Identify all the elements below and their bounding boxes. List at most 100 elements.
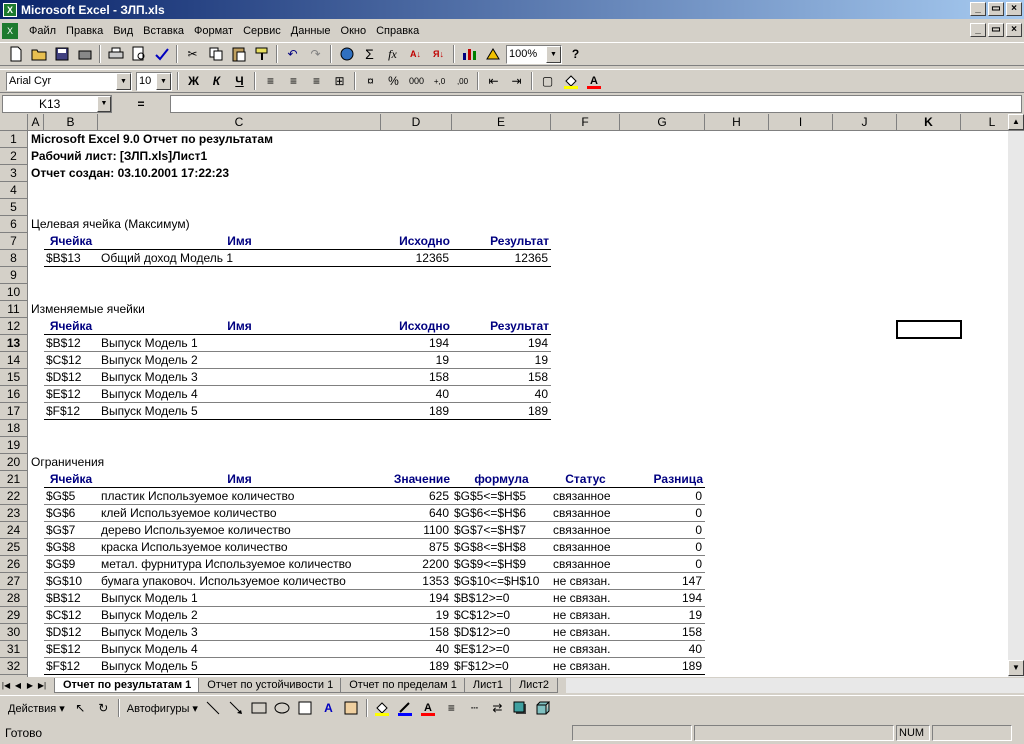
table-cell[interactable]: Выпуск Модель 3 xyxy=(101,624,379,641)
table-cell[interactable]: 40 xyxy=(452,386,548,403)
column-header-a[interactable]: A xyxy=(28,114,44,131)
active-cell-k13[interactable] xyxy=(896,320,962,339)
menu-insert[interactable]: Вставка xyxy=(138,23,189,39)
function-icon[interactable]: fx xyxy=(381,43,404,65)
row-header[interactable]: 1 xyxy=(0,131,28,148)
table-header[interactable]: Значение xyxy=(383,471,450,488)
table-cell[interactable]: $G$6 xyxy=(46,505,96,522)
currency-icon[interactable]: ¤ xyxy=(359,70,382,92)
section-constraints[interactable]: Ограничения xyxy=(31,454,104,471)
table-cell[interactable]: 0 xyxy=(620,539,702,556)
table-cell[interactable]: $B$12>=0 xyxy=(454,590,550,607)
increase-decimal-icon[interactable]: +,0 xyxy=(428,70,451,92)
table-cell[interactable]: не связан. xyxy=(553,590,619,607)
spelling-icon[interactable] xyxy=(150,43,173,65)
table-cell[interactable]: 189 xyxy=(452,403,548,420)
table-cell[interactable]: $D$12>=0 xyxy=(454,624,550,641)
free-rotate-icon[interactable]: ↻ xyxy=(92,697,115,719)
table-cell[interactable]: не связан. xyxy=(553,607,619,624)
table-cell[interactable]: $G$8 xyxy=(46,539,96,556)
table-cell[interactable]: 0 xyxy=(620,488,702,505)
table-cell[interactable]: 189 xyxy=(381,658,449,675)
table-cell[interactable]: Выпуск Модель 1 xyxy=(101,590,379,607)
percent-icon[interactable]: % xyxy=(382,70,405,92)
table-cell[interactable]: $G$5<=$H$5 xyxy=(454,488,550,505)
doc-close-button[interactable]: × xyxy=(1006,23,1022,37)
paste-icon[interactable] xyxy=(227,43,250,65)
comma-style-icon[interactable]: 000 xyxy=(405,70,428,92)
formula-input[interactable] xyxy=(170,95,1022,113)
row-header[interactable]: 12 xyxy=(0,318,28,335)
table-header[interactable]: Ячейка xyxy=(46,233,96,250)
column-header-b[interactable]: B xyxy=(44,114,98,131)
table-cell[interactable]: $E$12 xyxy=(46,386,96,403)
table-cell[interactable]: $G$9<=$H$9 xyxy=(454,556,550,573)
table-cell[interactable]: 158 xyxy=(452,369,548,386)
table-cell[interactable]: $B$12 xyxy=(46,335,96,352)
row-header[interactable]: 29 xyxy=(0,607,28,624)
table-cell[interactable]: $E$12 xyxy=(46,641,96,658)
font-color-icon[interactable]: A xyxy=(582,70,605,92)
fill-color-draw-icon[interactable] xyxy=(371,697,394,719)
column-header-f[interactable]: F xyxy=(551,114,620,131)
table-header[interactable]: Ячейка xyxy=(46,318,96,335)
table-cell[interactable]: 12365 xyxy=(452,250,548,267)
table-cell[interactable]: $C$12>=0 xyxy=(454,607,550,624)
table-cell[interactable]: не связан. xyxy=(553,658,619,675)
table-cell[interactable]: связанное xyxy=(553,488,619,505)
chart-wizard-icon[interactable] xyxy=(458,43,481,65)
shadow-icon[interactable] xyxy=(509,697,532,719)
select-all-corner[interactable] xyxy=(0,114,28,131)
table-cell[interactable]: 2200 xyxy=(381,556,449,573)
worksheet-grid[interactable]: A B C D E F G H I J K L 1 2 3 4 5 6 7 8 9 10 11 12 1… xyxy=(0,114,1024,677)
merge-center-icon[interactable]: ⊞ xyxy=(328,70,351,92)
row-header[interactable]: 2 xyxy=(0,148,28,165)
font-size-select[interactable]: 10 ▼ xyxy=(136,71,172,91)
table-cell[interactable]: 147 xyxy=(620,573,702,590)
table-cell[interactable]: 194 xyxy=(620,590,702,607)
bold-button[interactable]: Ж xyxy=(182,70,205,92)
row-header[interactable]: 16 xyxy=(0,386,28,403)
column-header-k[interactable]: K xyxy=(897,114,961,131)
align-left-icon[interactable]: ≡ xyxy=(259,70,282,92)
table-cell[interactable]: $D$12 xyxy=(46,369,96,386)
arrow-icon[interactable] xyxy=(225,697,248,719)
row-header[interactable]: 4 xyxy=(0,182,28,199)
horizontal-scrollbar[interactable] xyxy=(565,678,1024,693)
doc-restore-button[interactable]: ▭ xyxy=(988,23,1004,37)
table-cell[interactable]: 875 xyxy=(381,539,449,556)
table-cell[interactable]: 40 xyxy=(381,386,449,403)
scroll-up-icon[interactable]: ▲ xyxy=(1008,114,1024,130)
undo-icon[interactable]: ↶ xyxy=(281,43,304,65)
table-cell[interactable]: 194 xyxy=(452,335,548,352)
table-cell[interactable]: $G$10<=$H$10 xyxy=(454,573,550,590)
row-header[interactable]: 13 xyxy=(0,335,28,352)
decrease-decimal-icon[interactable]: ,00 xyxy=(451,70,474,92)
table-header[interactable]: формула xyxy=(454,471,549,488)
table-header[interactable]: Ячейка xyxy=(46,471,96,488)
table-header[interactable]: Имя xyxy=(100,471,379,488)
table-cell[interactable]: 19 xyxy=(452,352,548,369)
table-cell[interactable]: Выпуск Модель 2 xyxy=(101,607,379,624)
menu-window[interactable]: Окно xyxy=(336,23,372,39)
table-cell[interactable]: $D$12 xyxy=(46,624,96,641)
row-header[interactable]: 18 xyxy=(0,420,28,437)
next-sheet-icon[interactable]: ▶ xyxy=(24,678,36,693)
table-cell[interactable]: 0 xyxy=(620,522,702,539)
cut-icon[interactable]: ✂ xyxy=(181,43,204,65)
section-target[interactable]: Целевая ячейка (Максимум) xyxy=(31,216,190,233)
menu-data[interactable]: Данные xyxy=(286,23,336,39)
zoom-select[interactable]: 100% ▼ xyxy=(506,44,562,64)
italic-button[interactable]: К xyxy=(205,70,228,92)
redo-icon[interactable]: ↷ xyxy=(304,43,327,65)
workbook-icon[interactable]: X xyxy=(2,22,18,39)
clipart-icon[interactable] xyxy=(340,697,363,719)
table-cell[interactable]: 1100 xyxy=(381,522,449,539)
table-cell[interactable]: $G$8<=$H$8 xyxy=(454,539,550,556)
increase-indent-icon[interactable]: ⇥ xyxy=(505,70,528,92)
table-cell[interactable]: Общий доход Модель 1 xyxy=(101,250,379,267)
menu-file[interactable]: Файл xyxy=(24,23,61,39)
row-header[interactable]: 5 xyxy=(0,199,28,216)
table-cell[interactable]: связанное xyxy=(553,539,619,556)
table-cell[interactable]: 19 xyxy=(620,607,702,624)
